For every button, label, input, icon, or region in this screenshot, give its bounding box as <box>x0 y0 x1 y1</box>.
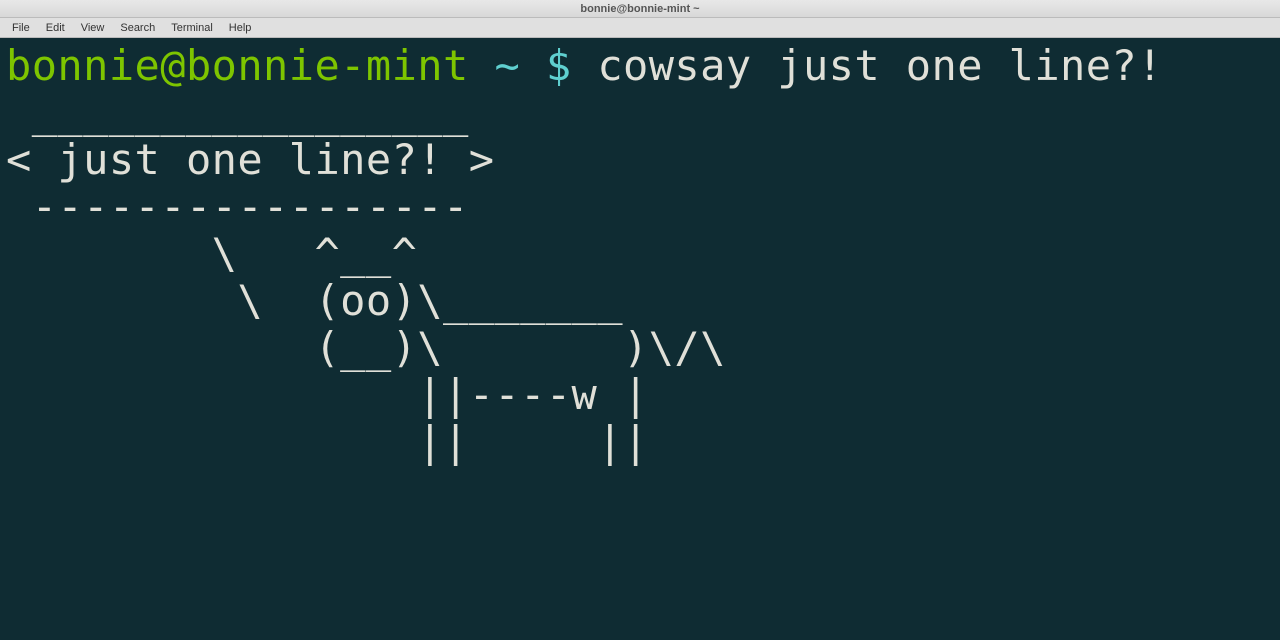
menu-view[interactable]: View <box>73 18 113 38</box>
prompt-symbol: $ <box>546 41 572 90</box>
menu-edit[interactable]: Edit <box>38 18 73 38</box>
prompt-cwd: ~ <box>494 41 520 90</box>
output-line-3: \ ^__^ <box>6 229 417 278</box>
output-line-5: (__)\ )\/\ <box>6 323 726 372</box>
prompt-user-host: bonnie@bonnie-mint <box>6 41 469 90</box>
output-line-0: _________________ <box>6 88 469 137</box>
command-text: cowsay just one line?! <box>597 41 1163 90</box>
output-line-7: || || <box>6 417 649 466</box>
output-line-4: \ (oo)\_______ <box>6 276 623 325</box>
menu-file[interactable]: File <box>4 18 38 38</box>
terminal-viewport[interactable]: bonnie@bonnie-mint ~ $ cowsay just one l… <box>0 38 1280 640</box>
menubar: File Edit View Search Terminal Help <box>0 18 1280 38</box>
menu-terminal[interactable]: Terminal <box>163 18 221 38</box>
window-title: bonnie@bonnie-mint ~ <box>580 3 699 15</box>
output-line-2: ----------------- <box>6 182 469 231</box>
output-line-1: < just one line?! > <box>6 135 494 184</box>
output-line-6: ||----w | <box>6 370 649 419</box>
menu-help[interactable]: Help <box>221 18 260 38</box>
menu-search[interactable]: Search <box>112 18 163 38</box>
window-titlebar: bonnie@bonnie-mint ~ <box>0 0 1280 18</box>
